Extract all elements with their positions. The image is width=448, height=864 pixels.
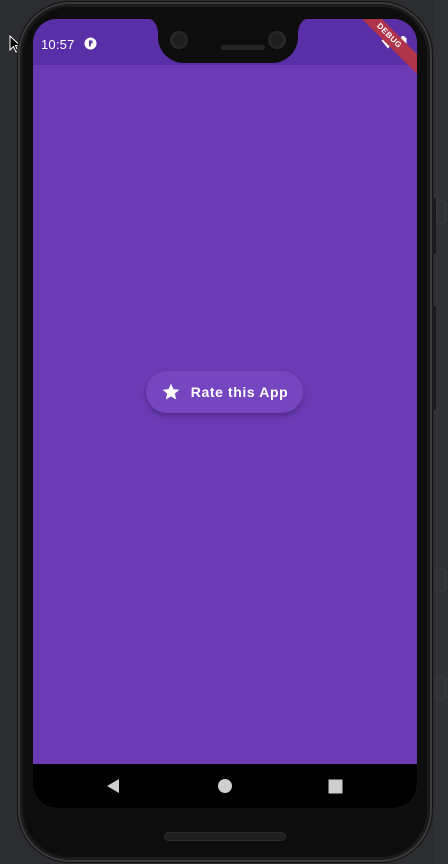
phone-frame: 10:57 DEBUG Rate this App [18,2,436,862]
side-panel [434,0,448,864]
status-time: 10:57 [41,37,75,52]
star-icon [162,383,180,400]
home-icon [218,779,232,793]
recents-icon [328,779,342,793]
earpiece-speaker [221,45,265,50]
back-button[interactable] [103,776,123,796]
emulator-window: 10:57 DEBUG Rate this App [0,0,448,864]
bottom-speaker-grille [164,832,286,841]
rate-app-button[interactable]: Rate this App [146,371,303,413]
side-panel-tab[interactable] [436,200,446,224]
camera-notch [144,17,312,63]
navigation-bar [33,764,417,808]
rate-app-label: Rate this App [190,384,289,400]
phone-screen: 10:57 DEBUG Rate this App [33,19,417,808]
home-button[interactable] [215,776,235,796]
recents-button[interactable] [325,776,345,796]
front-sensor-icon [268,31,286,49]
side-panel-tab[interactable] [436,568,446,592]
back-icon [107,779,119,793]
front-camera-icon [170,31,188,49]
side-panel-tab[interactable] [436,676,446,700]
volume-button[interactable] [432,198,436,254]
power-button[interactable] [432,306,436,410]
app-notification-icon [84,37,97,50]
